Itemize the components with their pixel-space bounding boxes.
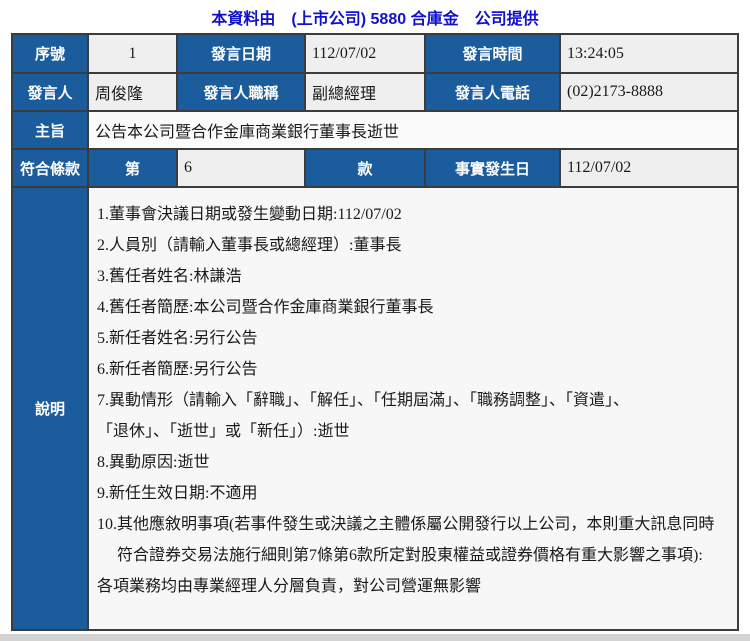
row-description: 說明 1.董事會決議日期或發生變動日期:112/07/02 2.人員別（請輸入董… xyxy=(11,186,739,631)
clause-item-label: 款 xyxy=(304,148,426,188)
description-label: 說明 xyxy=(11,186,89,631)
subject-value: 公告本公司暨合作金庫商業銀行董事長逝世 xyxy=(87,110,739,150)
description-line: 7.異動情形（請輸入「辭職」、「解任」、「任期屆滿」、「職務調整」、「資遣」、 xyxy=(97,392,630,409)
page-title: 本資料由 (上市公司) 5880 合庫金 公司提供 xyxy=(211,10,539,28)
fact-date-value: 112/07/02 xyxy=(559,148,739,188)
clause-label: 符合條款 xyxy=(11,148,89,188)
clause-article-value: 6 xyxy=(176,148,306,188)
announce-date-label: 發言日期 xyxy=(176,33,306,74)
announce-time-value: 13:24:05 xyxy=(559,33,739,74)
serial-value: 1 xyxy=(87,33,178,74)
fact-date-label: 事實發生日 xyxy=(424,148,561,188)
description-line: 符合證券交易法施行細則第7條第6款所定對股東權益或證券價格有重大影響之事項): xyxy=(97,547,703,564)
announce-time-label: 發言時間 xyxy=(424,33,561,74)
speaker-phone-value: (02)2173-8888 xyxy=(559,72,739,112)
description-line: 8.異動原因:逝世 xyxy=(97,454,210,471)
description-line: 6.新任者簡歷:另行公告 xyxy=(97,361,258,378)
description-line: 2.人員別（請輸入董事長或總經理）:董事長 xyxy=(97,237,402,254)
announcement-table: 序號 1 發言日期 112/07/02 發言時間 13:24:05 發言人 周俊… xyxy=(11,33,739,631)
description-line: 1.董事會決議日期或發生變動日期:112/07/02 xyxy=(97,206,402,223)
announce-date-value: 112/07/02 xyxy=(304,33,426,74)
speaker-label: 發言人 xyxy=(11,72,89,112)
description-line: 3.舊任者姓名:林謙浩 xyxy=(97,268,242,285)
row-speaker: 發言人 周俊隆 發言人職稱 副總經理 發言人電話 (02)2173-8888 xyxy=(11,72,739,112)
speaker-title-label: 發言人職稱 xyxy=(176,72,306,112)
content-area: 本資料由 (上市公司) 5880 合庫金 公司提供 序號 1 發言日期 112/… xyxy=(0,0,750,634)
description-line: 5.新任者姓名:另行公告 xyxy=(97,330,258,347)
row-subject: 主旨 公告本公司暨合作金庫商業銀行董事長逝世 xyxy=(11,110,739,150)
clause-article-label: 第 xyxy=(87,148,178,188)
serial-label: 序號 xyxy=(11,33,89,74)
description-line: 4.舊任者簡歷:本公司暨合作金庫商業銀行董事長 xyxy=(97,299,434,316)
row-serial: 序號 1 發言日期 112/07/02 發言時間 13:24:05 xyxy=(11,33,739,74)
description-line: 10.其他應敘明事項(若事件發生或決議之主體係屬公開發行以上公司，本則重大訊息同… xyxy=(97,516,715,533)
description-line: 9.新任生效日期:不適用 xyxy=(97,485,258,502)
speaker-value: 周俊隆 xyxy=(87,72,178,112)
description-line: 各項業務均由專業經理人分層負責，對公司營運無影響 xyxy=(97,578,482,595)
description-content: 1.董事會決議日期或發生變動日期:112/07/02 2.人員別（請輸入董事長或… xyxy=(87,186,739,631)
description-line: 「退休」、「逝世」或「新任」）:逝世 xyxy=(97,423,350,440)
speaker-title-value: 副總經理 xyxy=(304,72,426,112)
subject-label: 主旨 xyxy=(11,110,89,150)
row-clause: 符合條款 第 6 款 事實發生日 112/07/02 xyxy=(11,148,739,188)
speaker-phone-label: 發言人電話 xyxy=(424,72,561,112)
